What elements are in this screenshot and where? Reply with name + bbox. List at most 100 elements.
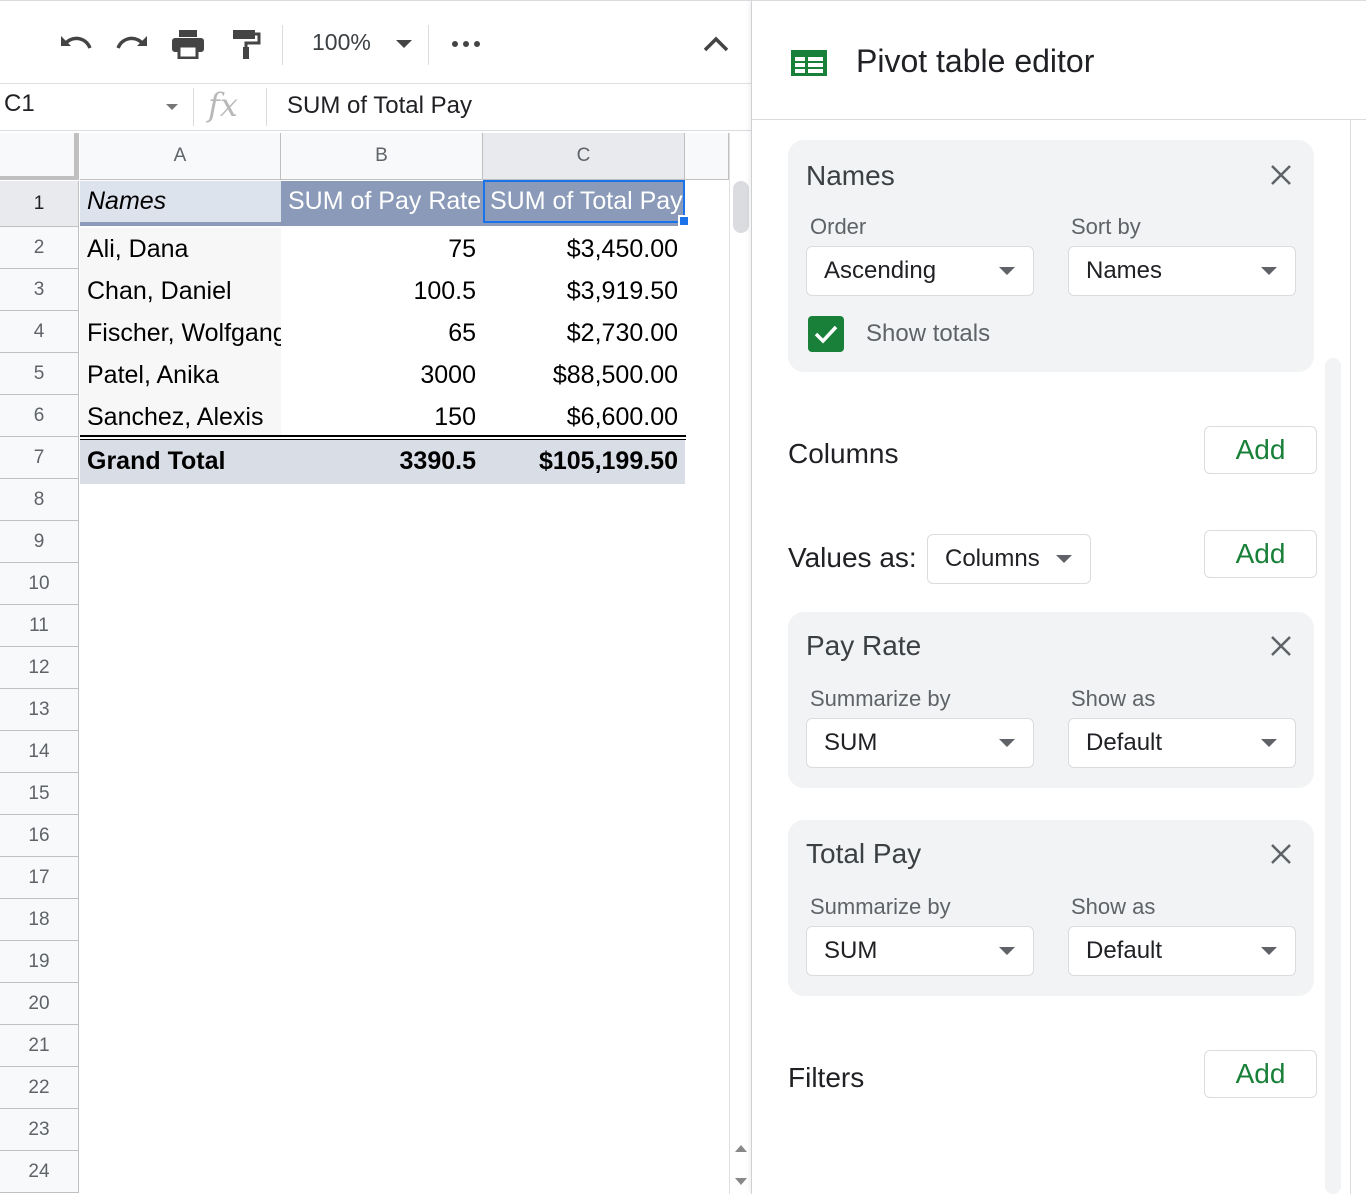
row-header[interactable]: 6 — [0, 395, 79, 437]
cell-total-pay[interactable]: $2,730.00 — [483, 312, 685, 354]
row-header[interactable]: 14 — [0, 731, 79, 773]
vertical-scrollbar[interactable] — [729, 133, 751, 1194]
more-icon[interactable] — [448, 23, 484, 65]
row-header[interactable]: 2 — [0, 227, 79, 269]
show-as-dropdown[interactable]: Default — [1068, 926, 1296, 976]
row-header[interactable]: 8 — [0, 479, 79, 521]
panel-title: Pivot table editor — [856, 43, 1095, 79]
cell-name[interactable]: Chan, Daniel — [80, 270, 281, 312]
select-all-corner[interactable] — [0, 133, 79, 180]
values-as-dropdown[interactable]: Columns — [927, 534, 1091, 584]
fill-handle[interactable] — [678, 215, 690, 227]
row-header[interactable]: 22 — [0, 1067, 79, 1109]
row-header[interactable]: 5 — [0, 353, 79, 395]
column-header-c[interactable]: C — [483, 133, 685, 180]
values-as-label: Values as: — [788, 542, 917, 573]
show-totals-checkbox[interactable] — [808, 316, 844, 352]
cell-total-pay[interactable]: $88,500.00 — [483, 354, 685, 396]
cell-pay-rate[interactable]: 100.5 — [281, 270, 483, 312]
order-label: Order — [810, 214, 867, 239]
scroll-up-icon[interactable] — [735, 1145, 747, 1152]
toolbar-divider — [428, 25, 429, 65]
print-icon[interactable] — [168, 23, 208, 65]
scrollbar-thumb[interactable] — [733, 181, 749, 233]
row-header[interactable]: 21 — [0, 1025, 79, 1067]
cell-pay-rate[interactable]: 75 — [281, 228, 483, 270]
order-value: Ascending — [824, 257, 937, 284]
toolbar: 100% — [0, 0, 751, 84]
formula-divider — [266, 88, 267, 126]
summarize-by-dropdown[interactable]: SUM — [806, 718, 1034, 768]
zoom-dropdown-icon[interactable] — [392, 23, 416, 65]
sort-by-dropdown[interactable]: Names — [1068, 246, 1296, 296]
column-header-b[interactable]: B — [281, 133, 483, 180]
row-header[interactable]: 18 — [0, 899, 79, 941]
close-icon[interactable] — [1268, 841, 1294, 867]
cell-total-pay[interactable]: $6,600.00 — [483, 396, 685, 438]
cell-grand-total-pay-rate[interactable]: 3390.5 — [281, 440, 483, 484]
formula-input[interactable]: SUM of Total Pay — [287, 92, 472, 120]
pivot-header-total-pay[interactable]: SUM of Total Pay — [483, 181, 685, 226]
summarize-by-dropdown[interactable]: SUM — [806, 926, 1034, 976]
row-header[interactable]: 20 — [0, 983, 79, 1025]
panel-scrollbar[interactable] — [1325, 358, 1341, 1194]
scroll-down-icon[interactable] — [735, 1178, 747, 1185]
row-header[interactable]: 10 — [0, 563, 79, 605]
formula-bar: C1 fx SUM of Total Pay — [0, 84, 751, 131]
add-filter-button[interactable]: Add — [1204, 1050, 1317, 1098]
show-as-dropdown[interactable]: Default — [1068, 718, 1296, 768]
row-header[interactable]: 19 — [0, 941, 79, 983]
row-header[interactable]: 11 — [0, 605, 79, 647]
row-header[interactable]: 24 — [0, 1151, 79, 1193]
collapse-icon[interactable] — [698, 23, 734, 65]
name-box-dropdown-icon[interactable] — [166, 104, 178, 110]
cell-name[interactable]: Ali, Dana — [80, 228, 281, 270]
add-column-button[interactable]: Add — [1204, 426, 1317, 474]
add-value-button[interactable]: Add — [1204, 530, 1317, 578]
cell-name[interactable]: Sanchez, Alexis — [80, 396, 281, 438]
row-header[interactable]: 4 — [0, 311, 79, 353]
cell-pay-rate[interactable]: 3000 — [281, 354, 483, 396]
spreadsheet-area: 100% C1 fx SUM of Total Pay A B C Names … — [0, 0, 752, 1194]
summarize-by-label: Summarize by — [810, 686, 951, 711]
column-header-d[interactable] — [685, 133, 729, 180]
close-icon[interactable] — [1268, 162, 1294, 188]
row-header[interactable]: 9 — [0, 521, 79, 563]
row-header[interactable]: 3 — [0, 269, 79, 311]
show-as-label: Show as — [1071, 686, 1156, 711]
row-header[interactable]: 16 — [0, 815, 79, 857]
redo-icon[interactable] — [112, 23, 152, 65]
table-icon — [790, 49, 828, 82]
summarize-by-value: SUM — [824, 729, 878, 756]
cell-name[interactable]: Patel, Anika — [80, 354, 281, 396]
close-icon[interactable] — [1268, 633, 1294, 659]
cell-pay-rate[interactable]: 65 — [281, 312, 483, 354]
row-header[interactable]: 13 — [0, 689, 79, 731]
chevron-down-icon — [1261, 947, 1277, 955]
cell-grand-total-total-pay[interactable]: $105,199.50 — [483, 440, 685, 484]
cell-total-pay[interactable]: $3,919.50 — [483, 270, 685, 312]
filters-section-label: Filters — [788, 1062, 865, 1093]
show-as-value: Default — [1086, 937, 1163, 964]
value-field-card-pay-rate: Pay Rate Summarize by SUM Show as Defaul… — [788, 612, 1314, 788]
column-header-a[interactable]: A — [80, 133, 281, 180]
cell-name[interactable]: Fischer, Wolfgang — [80, 312, 281, 354]
cell-grand-total-label[interactable]: Grand Total — [80, 440, 281, 484]
undo-icon[interactable] — [56, 23, 96, 65]
row-header[interactable]: 12 — [0, 647, 79, 689]
show-as-value: Default — [1086, 729, 1163, 756]
cell-total-pay[interactable]: $3,450.00 — [483, 228, 685, 270]
row-header[interactable]: 15 — [0, 773, 79, 815]
order-dropdown[interactable]: Ascending — [806, 246, 1034, 296]
cell-pay-rate[interactable]: 150 — [281, 396, 483, 438]
name-box[interactable]: C1 — [4, 90, 35, 118]
pivot-header-names[interactable]: Names — [80, 181, 281, 226]
pivot-header-pay-rate[interactable]: SUM of Pay Rate — [281, 181, 483, 226]
row-header[interactable]: 23 — [0, 1109, 79, 1151]
row-header[interactable]: 1 — [0, 181, 79, 227]
row-header[interactable]: 7 — [0, 437, 79, 479]
zoom-value[interactable]: 100% — [312, 29, 371, 56]
paint-format-icon[interactable] — [226, 23, 266, 65]
sort-by-label: Sort by — [1071, 214, 1141, 239]
row-header[interactable]: 17 — [0, 857, 79, 899]
